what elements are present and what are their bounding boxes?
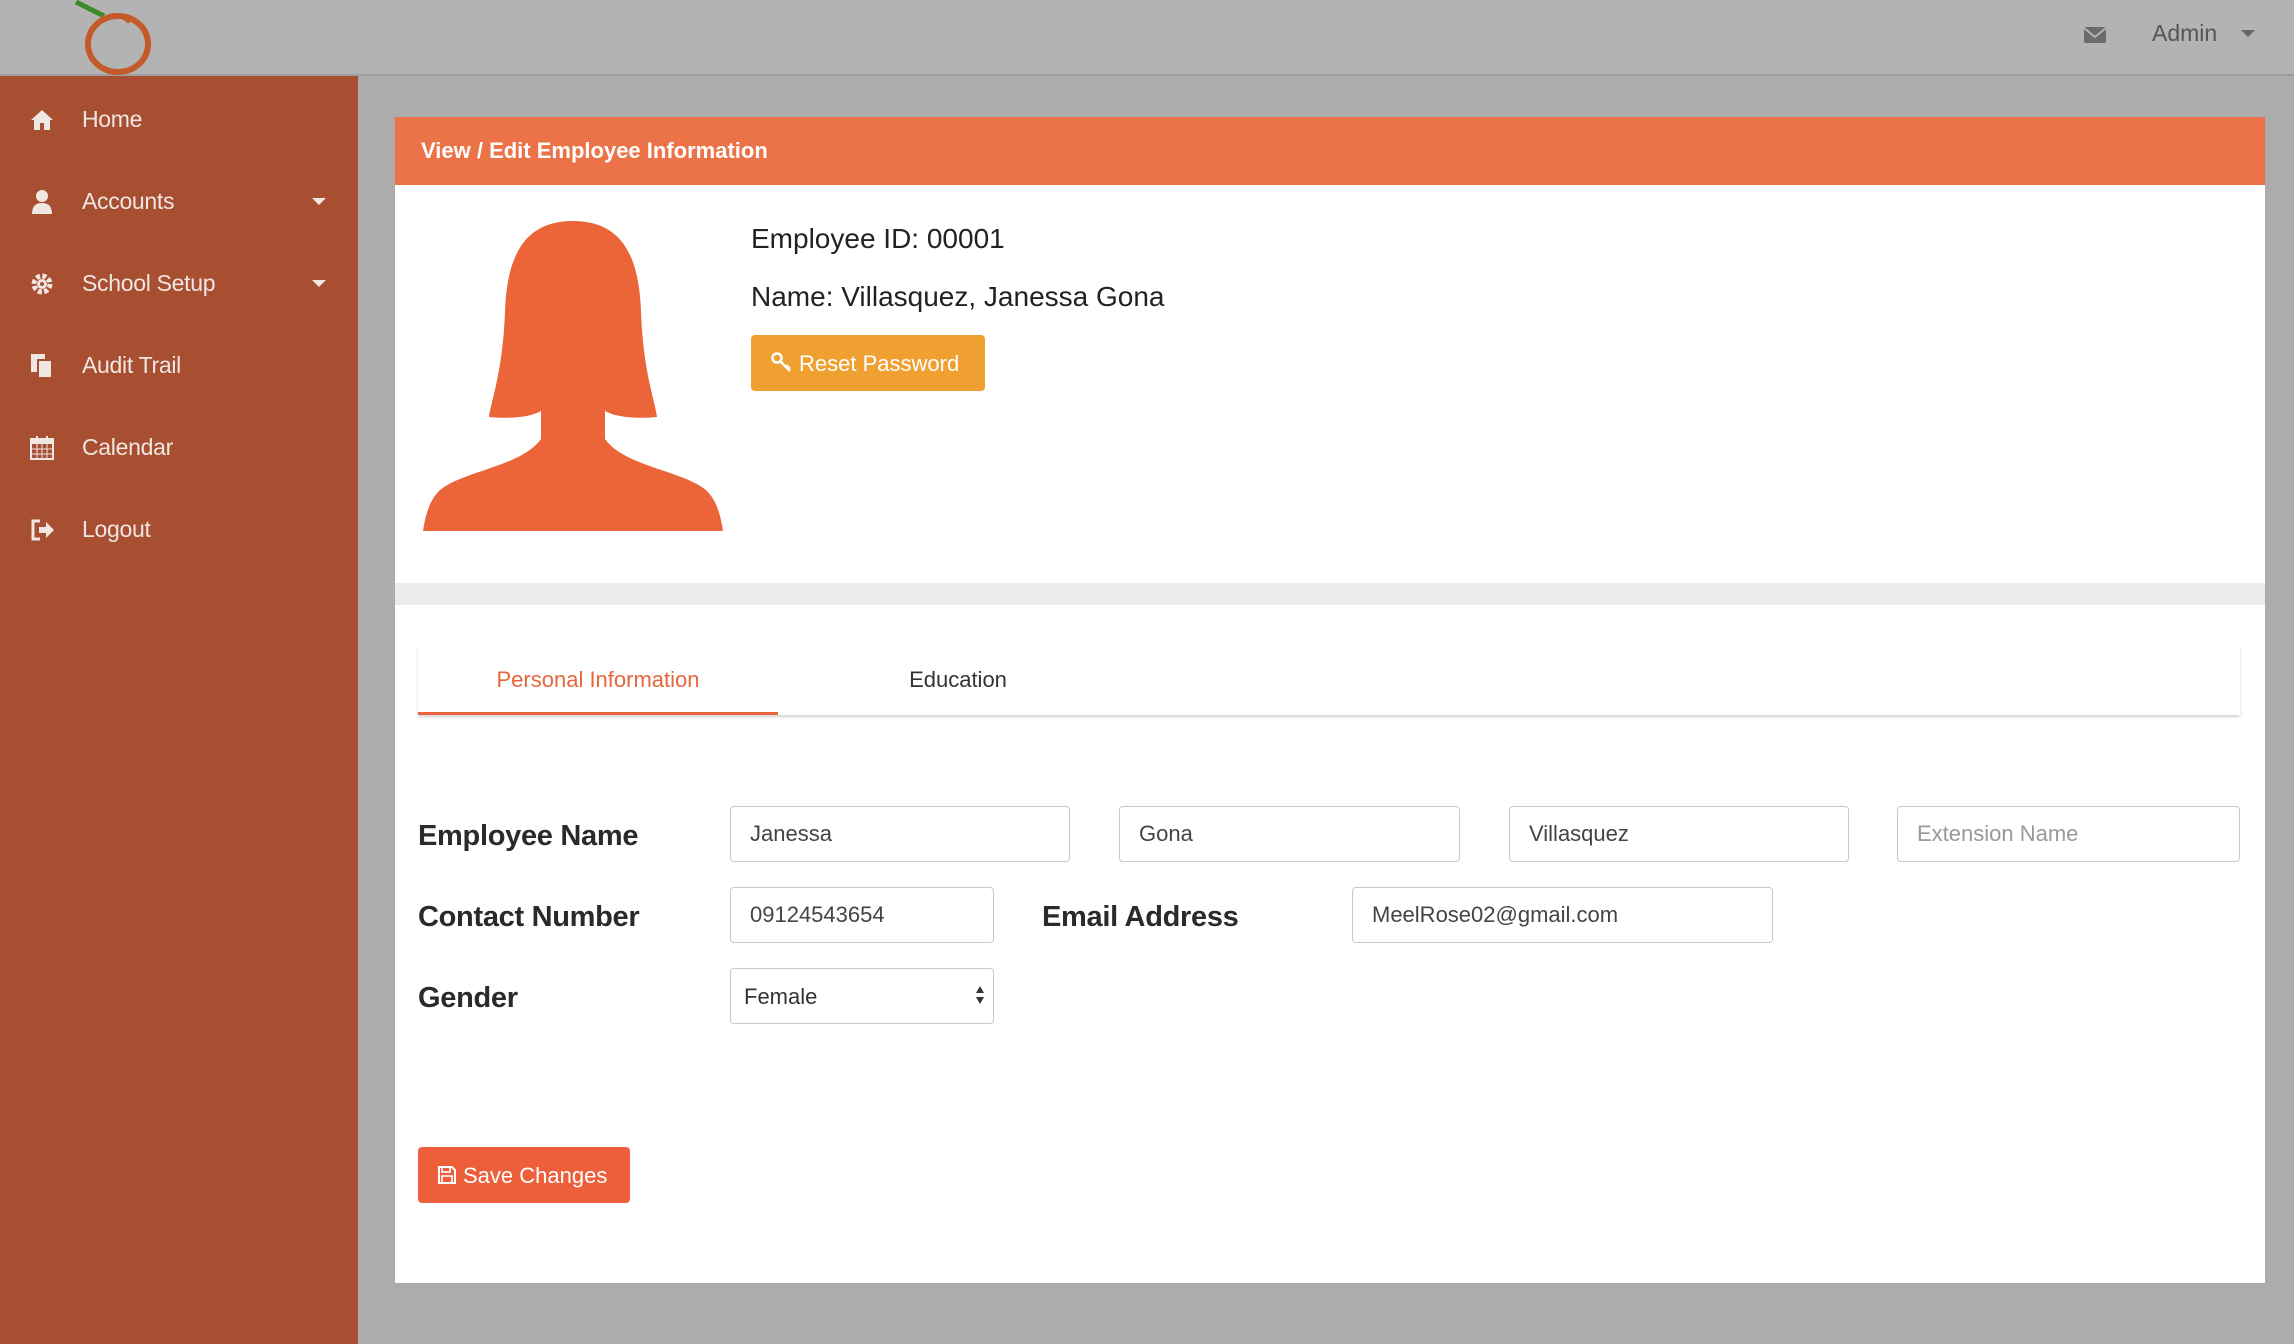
sidebar: Home Accounts School Setup Audit Trail C… bbox=[0, 76, 358, 1344]
sidebar-item-label: Accounts bbox=[82, 188, 175, 214]
gender-select[interactable]: Female bbox=[730, 968, 994, 1024]
gear-icon bbox=[31, 273, 53, 295]
user-icon bbox=[32, 190, 52, 214]
first-name-input[interactable] bbox=[730, 806, 1070, 862]
employee-name-label: Employee Name bbox=[418, 820, 639, 852]
sidebar-item-logout[interactable]: Logout bbox=[0, 500, 358, 560]
chevron-down-icon[interactable] bbox=[2241, 30, 2255, 37]
user-menu-label[interactable]: Admin bbox=[2152, 20, 2217, 47]
envelope-icon[interactable] bbox=[2082, 22, 2108, 48]
sidebar-item-calendar[interactable]: Calendar bbox=[0, 418, 358, 478]
tab-personal-information[interactable]: Personal Information bbox=[418, 647, 778, 715]
save-changes-label: Save Changes bbox=[463, 1163, 608, 1188]
chevron-down-icon bbox=[312, 198, 326, 205]
tab-bar: Personal Information Education bbox=[418, 647, 2240, 715]
sidebar-item-home[interactable]: Home bbox=[0, 90, 358, 150]
contact-number-input[interactable] bbox=[730, 887, 994, 943]
chevron-up-icon bbox=[976, 986, 984, 993]
home-icon bbox=[31, 110, 53, 130]
tab-education[interactable]: Education bbox=[778, 647, 1138, 715]
reset-password-label: Reset Password bbox=[799, 351, 960, 376]
key-icon bbox=[771, 352, 791, 372]
page-title: View / Edit Employee Information bbox=[421, 138, 768, 163]
sidebar-item-accounts[interactable]: Accounts bbox=[0, 172, 358, 232]
gender-select-value: Female bbox=[744, 984, 818, 1009]
gender-label: Gender bbox=[418, 982, 518, 1014]
logo[interactable] bbox=[74, 0, 164, 76]
sidebar-item-label: School Setup bbox=[82, 270, 216, 296]
chevron-down-icon bbox=[976, 997, 984, 1004]
sidebar-item-label: Calendar bbox=[82, 434, 173, 460]
sidebar-item-label: Logout bbox=[82, 516, 151, 542]
reset-password-button[interactable]: Reset Password bbox=[751, 335, 985, 391]
sign-out-icon bbox=[31, 519, 54, 541]
last-name-input[interactable] bbox=[1509, 806, 1849, 862]
sidebar-item-audit-trail[interactable]: Audit Trail bbox=[0, 336, 358, 396]
employee-id: Employee ID: 00001 bbox=[751, 223, 1005, 254]
save-changes-button[interactable]: Save Changes bbox=[418, 1147, 630, 1203]
calendar-icon bbox=[30, 436, 54, 460]
chevron-down-icon bbox=[312, 280, 326, 287]
email-input[interactable] bbox=[1352, 887, 1773, 943]
avatar bbox=[423, 221, 723, 531]
extension-name-input[interactable] bbox=[1897, 806, 2240, 862]
employee-name: Name: Villasquez, Janessa Gona bbox=[751, 281, 1165, 312]
contact-number-label: Contact Number bbox=[418, 901, 640, 933]
panel-header: View / Edit Employee Information bbox=[395, 117, 2265, 185]
email-address-label: Email Address bbox=[1042, 901, 1239, 933]
copy-icon bbox=[31, 354, 53, 379]
floppy-disk-icon bbox=[438, 1166, 456, 1184]
top-navbar: Admin bbox=[0, 0, 2294, 76]
sidebar-item-label: Home bbox=[82, 106, 143, 132]
section-divider bbox=[395, 583, 2265, 605]
sidebar-item-school-setup[interactable]: School Setup bbox=[0, 254, 358, 314]
middle-name-input[interactable] bbox=[1119, 806, 1460, 862]
sidebar-item-label: Audit Trail bbox=[82, 352, 181, 378]
employee-panel: View / Edit Employee Information Employe… bbox=[395, 117, 2265, 1283]
